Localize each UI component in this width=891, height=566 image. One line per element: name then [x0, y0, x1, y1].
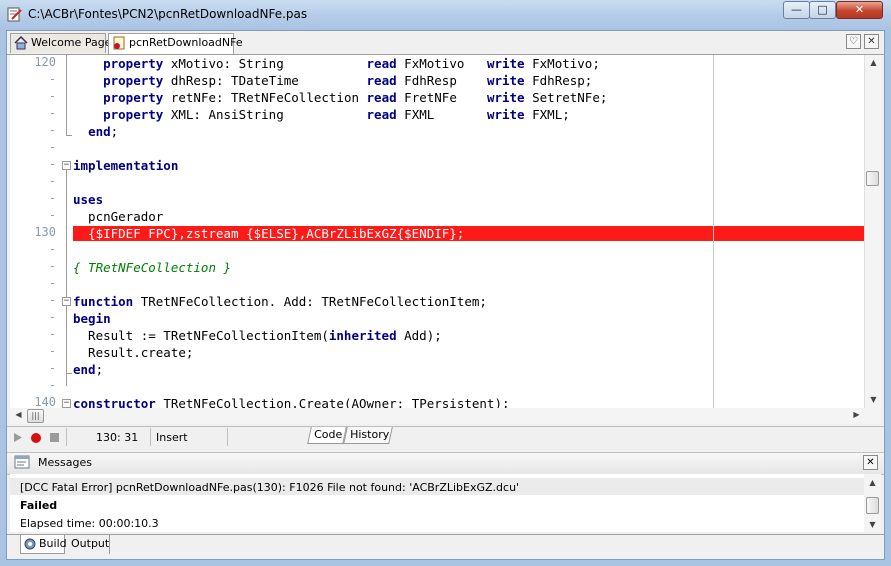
- code-line[interactable]: uses: [73, 191, 103, 208]
- line-number: -: [48, 242, 56, 256]
- line-number: -: [48, 293, 56, 307]
- message-failed[interactable]: Failed: [20, 499, 57, 512]
- messages-icon: [14, 455, 30, 469]
- code-line[interactable]: constructor TRetNFeCollection.Create(AOw…: [73, 395, 510, 408]
- fold-toggle[interactable]: −: [62, 297, 71, 306]
- code-line[interactable]: function TRetNFeCollection. Add: TRetNFe…: [73, 293, 487, 310]
- status-separator: [66, 428, 67, 446]
- fold-guide: [66, 170, 67, 386]
- scroll-up-arrow-icon[interactable]: ▲: [865, 58, 882, 67]
- scroll-right-arrow-icon[interactable]: ▶: [848, 410, 865, 419]
- tab-output[interactable]: Output: [68, 535, 110, 554]
- messages-title: Messages: [38, 456, 92, 469]
- status-separator: [227, 428, 228, 446]
- editor-app-icon: [7, 7, 22, 22]
- line-number: -: [48, 378, 56, 392]
- line-number: -: [48, 276, 56, 290]
- line-number: 140: [34, 395, 56, 408]
- scroll-left-arrow-icon[interactable]: ◀: [10, 410, 27, 419]
- fold-end: [66, 373, 72, 374]
- editor-vertical-scrollbar[interactable]: ▲ ▼: [864, 55, 882, 408]
- line-number: -: [48, 344, 56, 358]
- maximize-button[interactable]: □: [809, 1, 836, 19]
- code-line[interactable]: property xMotivo: String read FxMotivo w…: [73, 55, 600, 72]
- line-number: -: [48, 72, 56, 86]
- fold-end: [66, 135, 72, 136]
- code-line-error[interactable]: {$IFDEF FPC},zstream {$ELSE},ACBrZLibExG…: [73, 225, 464, 242]
- message-error[interactable]: [DCC Fatal Error] pcnRetDownloadNFe.pas(…: [20, 481, 519, 494]
- code-line-comment[interactable]: { TRetNFeCollection }: [73, 259, 231, 276]
- line-number: 130: [34, 225, 56, 239]
- line-number: -: [48, 208, 56, 222]
- scroll-down-arrow-icon[interactable]: ▼: [865, 395, 882, 404]
- tab-label: pcnRetDownloadNFe: [129, 36, 243, 49]
- tab-code[interactable]: Code: [307, 427, 347, 444]
- editor-status-bar: [7, 426, 884, 449]
- line-number: -: [48, 106, 56, 120]
- code-line[interactable]: end;: [73, 361, 103, 378]
- line-number: 120: [34, 55, 56, 69]
- play-icon[interactable]: [13, 432, 23, 443]
- gear-icon: [24, 538, 36, 550]
- insert-mode: Insert: [156, 431, 188, 444]
- code-line[interactable]: property retNFe: TRetNFeCollection read …: [73, 89, 607, 106]
- close-tab-button[interactable]: ✕: [864, 34, 879, 49]
- code-line[interactable]: property dhResp: TDateTime read FdhResp …: [73, 72, 592, 89]
- line-number: -: [48, 310, 56, 324]
- line-number: -: [48, 191, 56, 205]
- tab-history[interactable]: History: [343, 427, 393, 444]
- code-line[interactable]: pcnGerador: [73, 208, 163, 225]
- line-number: -: [48, 174, 56, 188]
- tab-history-label: History: [350, 428, 390, 441]
- tab-build-label: Build: [39, 537, 67, 550]
- close-window-button[interactable]: ✕: [836, 1, 883, 19]
- messages-panel-header: [7, 452, 884, 475]
- stop-icon[interactable]: [49, 432, 60, 443]
- line-number-gutter: 120 - - - - - - - - - 130 - - - - - - - …: [10, 55, 60, 408]
- line-number: -: [48, 123, 56, 137]
- right-margin-line: [713, 55, 714, 408]
- code-line[interactable]: Result.create;: [73, 344, 193, 361]
- line-number: -: [48, 89, 56, 103]
- tab-welcome-page[interactable]: Welcome Page: [10, 33, 111, 53]
- vertical-scroll-thumb[interactable]: [866, 171, 879, 186]
- messages-tab-strip: [7, 534, 884, 557]
- code-line[interactable]: begin: [73, 310, 111, 327]
- scroll-down-arrow-icon[interactable]: ▼: [864, 520, 881, 529]
- tab-build[interactable]: Build: [20, 535, 67, 554]
- line-number: -: [48, 361, 56, 375]
- fold-guide: [66, 55, 67, 135]
- minimize-button[interactable]: —: [783, 1, 810, 19]
- code-line[interactable]: Result := TRetNFeCollectionItem(inherite…: [73, 327, 442, 344]
- line-number: -: [48, 259, 56, 273]
- line-number: -: [48, 157, 56, 171]
- tab-pcnretdownloadnfe[interactable]: pcnRetDownloadNFe: [108, 33, 243, 54]
- home-icon: [14, 36, 28, 50]
- horizontal-scroll-thumb[interactable]: |||: [27, 409, 44, 423]
- line-number: -: [48, 140, 56, 154]
- tab-list-button[interactable]: ♡: [846, 34, 861, 49]
- cursor-position: 130: 31: [96, 431, 139, 444]
- line-number: -: [48, 327, 56, 341]
- record-icon[interactable]: [30, 432, 42, 444]
- fold-toggle[interactable]: −: [62, 161, 71, 170]
- code-line[interactable]: property XML: AnsiString read FXML write…: [73, 106, 570, 123]
- scroll-up-arrow-icon[interactable]: ▲: [864, 478, 881, 487]
- code-line[interactable]: implementation: [73, 157, 178, 174]
- status-separator: [150, 428, 151, 446]
- fold-toggle[interactable]: −: [62, 399, 71, 408]
- code-editor[interactable]: 120 - - - - - - - - - 130 - - - - - - - …: [10, 55, 864, 408]
- window-title: C:\ACBr\Fontes\PCN2\pcnRetDownloadNFe.pa…: [28, 7, 308, 21]
- message-elapsed-time[interactable]: Elapsed time: 00:00:10.3: [20, 517, 159, 530]
- tab-label: Welcome Page: [31, 36, 112, 49]
- messages-scroll-thumb[interactable]: [866, 497, 879, 514]
- source-file-icon: [113, 36, 125, 50]
- editor-horizontal-scrollbar[interactable]: ◀ ▶: [10, 408, 881, 424]
- close-messages-button[interactable]: ✕: [863, 455, 878, 470]
- code-line[interactable]: end;: [73, 123, 118, 140]
- tab-output-label: Output: [71, 537, 110, 550]
- tab-code-label: Code: [314, 428, 343, 441]
